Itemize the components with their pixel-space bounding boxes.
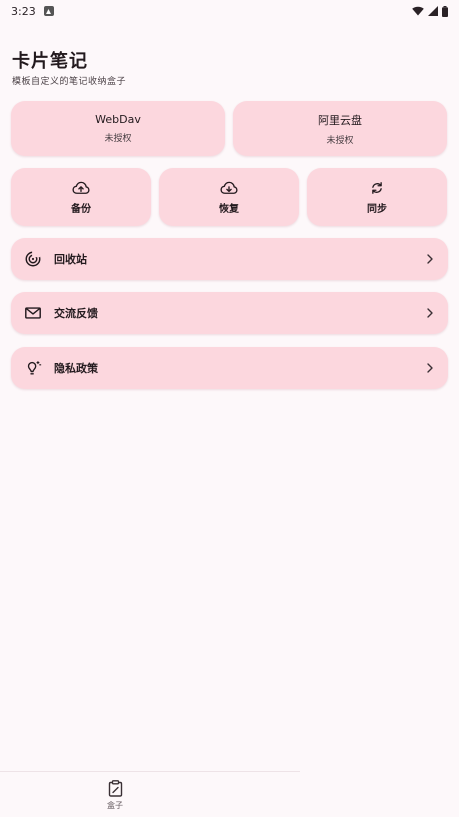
privacy-policy-label: 隐私政策 bbox=[54, 362, 98, 375]
status-time: 3:23 bbox=[11, 4, 36, 18]
webdav-card[interactable]: WebDav 未授权 bbox=[11, 101, 225, 156]
clipboard-icon bbox=[108, 779, 122, 797]
cloud-download-icon bbox=[220, 181, 238, 194]
battery-icon bbox=[442, 5, 448, 17]
recycle-icon bbox=[25, 250, 41, 267]
page-subtitle: 模板自定义的笔记收纳盒子 bbox=[12, 77, 127, 87]
chevron-right-icon bbox=[427, 308, 433, 318]
restore-label: 恢复 bbox=[219, 203, 239, 215]
status-right bbox=[412, 5, 448, 17]
recycle-bin-label: 回收站 bbox=[54, 253, 87, 266]
status-bar: 3:23 bbox=[0, 0, 459, 22]
nav-item-box-label: 盒子 bbox=[107, 800, 123, 810]
backup-label: 备份 bbox=[71, 203, 91, 215]
nav-item-box[interactable]: 盒子 bbox=[100, 772, 130, 817]
aliyun-drive-card[interactable]: 阿里云盘 未授权 bbox=[233, 101, 447, 156]
webdav-title: WebDav bbox=[95, 113, 141, 126]
feedback-label: 交流反馈 bbox=[54, 307, 98, 320]
recycle-bin-row[interactable]: 回收站 bbox=[11, 238, 448, 280]
status-left: 3:23 bbox=[11, 5, 54, 18]
bottom-nav: 盒子 bbox=[0, 771, 300, 817]
aliyun-drive-status: 未授权 bbox=[326, 135, 354, 146]
chevron-right-icon bbox=[427, 363, 433, 373]
cloud-upload-icon bbox=[72, 181, 90, 194]
notification-icon bbox=[43, 6, 54, 16]
signal-icon bbox=[428, 6, 438, 16]
sync-button[interactable]: 同步 bbox=[307, 168, 447, 226]
sync-label: 同步 bbox=[367, 203, 387, 215]
privacy-policy-row[interactable]: 隐私政策 bbox=[11, 347, 448, 389]
page-title: 卡片笔记 bbox=[12, 51, 88, 72]
screen: 3:23 卡片笔记 模板自定义的笔记收纳盒子 WebDav 未授权 阿里云盘 未… bbox=[0, 0, 459, 817]
feedback-row[interactable]: 交流反馈 bbox=[11, 292, 448, 334]
backup-button[interactable]: 备份 bbox=[11, 168, 151, 226]
sync-icon bbox=[372, 181, 382, 194]
webdav-status: 未授权 bbox=[104, 134, 132, 144]
lightbulb-icon bbox=[27, 361, 42, 375]
restore-button[interactable]: 恢复 bbox=[159, 168, 299, 226]
chevron-right-icon bbox=[427, 254, 433, 264]
aliyun-drive-title: 阿里云盘 bbox=[318, 113, 362, 127]
mail-icon bbox=[25, 307, 41, 319]
wifi-icon bbox=[412, 6, 424, 16]
